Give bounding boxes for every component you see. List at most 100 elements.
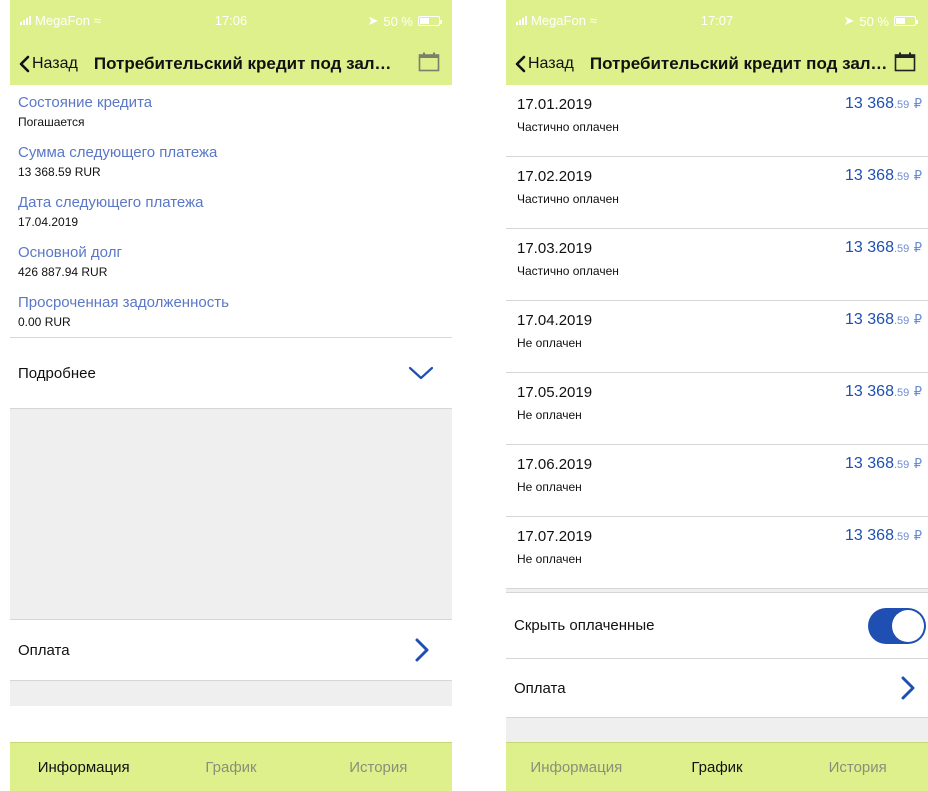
amount-main: 13 368 — [845, 239, 894, 256]
battery-icon — [418, 16, 442, 26]
details-row[interactable]: Подробнее — [10, 337, 452, 409]
amount-main: 13 368 — [845, 95, 894, 112]
payment-label: Оплата — [18, 641, 70, 659]
payment-amount: 13 368.59 ₽ — [845, 167, 922, 185]
left-screen: MegaFon ≈ 17:06 ➤ 50 % Назад Потребитель… — [10, 0, 452, 791]
right-screen: MegaFon ≈ 17:07 ➤ 50 % Назад Потребитель… — [506, 0, 928, 791]
battery-icon — [894, 16, 918, 26]
payment-amount: 13 368.59 ₽ — [845, 527, 922, 545]
tab-bar: Информация График История — [10, 742, 452, 791]
list-item[interactable]: 17.05.2019 Не оплачен 13 368.59 ₽ — [506, 373, 928, 445]
field-value: Погашается — [18, 115, 85, 129]
status-bar: MegaFon ≈ 17:06 ➤ 50 % — [10, 0, 452, 42]
tab-bar: Информация График История — [506, 742, 928, 791]
list-item[interactable]: 17.02.2019 Частично оплачен 13 368.59 ₽ — [506, 157, 928, 229]
hide-paid-toggle[interactable] — [868, 607, 926, 644]
payment-status: Частично оплачен — [517, 264, 619, 278]
back-button[interactable]: Назад — [10, 55, 78, 73]
field-label: Сумма следующего платежа — [18, 144, 218, 161]
field-value: 13 368.59 RUR — [18, 165, 101, 179]
payment-row[interactable]: Оплата — [10, 619, 452, 681]
payment-status: Не оплачен — [517, 408, 582, 422]
list-item[interactable]: 17.06.2019 Не оплачен 13 368.59 ₽ — [506, 445, 928, 517]
hide-paid-row: Скрыть оплаченные — [506, 592, 928, 658]
footer-spacer — [10, 681, 452, 706]
payment-amount: 13 368.59 ₽ — [845, 455, 922, 473]
hide-paid-label: Скрыть оплаченные — [514, 617, 655, 634]
amount-main: 13 368 — [845, 311, 894, 328]
chevron-right-icon — [901, 676, 915, 700]
chevron-right-icon — [415, 638, 429, 662]
chevron-left-icon — [19, 55, 30, 72]
field-overdue-debt: Просроченная задолженность 0.00 RUR — [10, 293, 452, 331]
calendar-icon[interactable] — [894, 52, 916, 72]
credit-info: Состояние кредита Погашается Сумма следу… — [10, 85, 452, 331]
payment-status: Частично оплачен — [517, 120, 619, 134]
ruble-icon: ₽ — [913, 240, 922, 255]
amount-main: 13 368 — [845, 383, 894, 400]
amount-main: 13 368 — [845, 455, 894, 472]
ruble-icon: ₽ — [913, 384, 922, 399]
back-label: Назад — [32, 54, 78, 72]
battery-percent: 50 % — [859, 13, 889, 29]
chevron-left-icon — [515, 55, 526, 72]
page-title: Потребительский кредит под залог... — [93, 53, 394, 73]
tab-schedule[interactable]: График — [157, 759, 304, 776]
nav-bar: Назад Потребительский кредит под залог..… — [506, 42, 928, 85]
details-label: Подробнее — [18, 364, 96, 382]
page-title: Потребительский кредит под залог... — [589, 53, 890, 73]
ruble-icon: ₽ — [913, 168, 922, 183]
tab-info[interactable]: Информация — [10, 759, 157, 776]
field-label: Просроченная задолженность — [18, 294, 229, 311]
field-value: 17.04.2019 — [18, 215, 79, 229]
payment-amount: 13 368.59 ₽ — [845, 239, 922, 257]
tab-schedule[interactable]: График — [647, 759, 788, 776]
payment-amount: 13 368.59 ₽ — [845, 311, 922, 329]
battery-fill — [420, 18, 429, 24]
amount-cents: .59 — [893, 243, 910, 255]
battery-percent: 50 % — [383, 13, 413, 29]
amount-cents: .59 — [893, 531, 910, 543]
list-item[interactable]: 17.03.2019 Частично оплачен 13 368.59 ₽ — [506, 229, 928, 301]
field-label: Основной долг — [18, 244, 122, 261]
field-credit-status: Состояние кредита Погашается — [10, 93, 452, 131]
payment-amount: 13 368.59 ₽ — [845, 383, 922, 401]
amount-cents: .59 — [893, 99, 910, 111]
battery-fill — [896, 18, 905, 24]
payment-status: Частично оплачен — [517, 192, 619, 206]
ruble-icon: ₽ — [913, 456, 922, 471]
back-button[interactable]: Назад — [506, 55, 574, 73]
payment-status: Не оплачен — [517, 480, 582, 494]
chevron-down-icon — [408, 366, 434, 380]
amount-cents: .59 — [893, 387, 910, 399]
nav-bar: Назад Потребительский кредит под залог..… — [10, 42, 452, 85]
tab-history[interactable]: История — [787, 759, 928, 776]
tab-history[interactable]: История — [305, 759, 452, 776]
payment-row[interactable]: Оплата — [506, 658, 928, 718]
list-item[interactable]: 17.01.2019 Частично оплачен 13 368.59 ₽ — [506, 85, 928, 157]
calendar-icon[interactable] — [418, 52, 440, 72]
field-label: Состояние кредита — [18, 94, 153, 111]
toggle-knob — [892, 609, 924, 642]
status-bar: MegaFon ≈ 17:07 ➤ 50 % — [506, 0, 928, 42]
field-value: 426 887.94 RUR — [18, 265, 108, 279]
tab-info[interactable]: Информация — [506, 759, 647, 776]
empty-area — [10, 409, 452, 619]
field-label: Дата следующего платежа — [18, 194, 204, 211]
amount-main: 13 368 — [845, 527, 894, 544]
field-next-payment-amount: Сумма следующего платежа 13 368.59 RUR — [10, 143, 452, 181]
location-icon: ➤ — [843, 13, 855, 28]
payment-amount: 13 368.59 ₽ — [845, 95, 922, 113]
ruble-icon: ₽ — [913, 96, 922, 111]
amount-cents: .59 — [893, 171, 910, 183]
ruble-icon: ₽ — [913, 528, 922, 543]
payment-status: Не оплачен — [517, 336, 582, 350]
payment-label: Оплата — [514, 679, 566, 697]
list-item[interactable]: 17.04.2019 Не оплачен 13 368.59 ₽ — [506, 301, 928, 373]
amount-cents: .59 — [893, 315, 910, 327]
field-principal-debt: Основной долг 426 887.94 RUR — [10, 243, 452, 281]
payment-schedule-list: 17.01.2019 Частично оплачен 13 368.59 ₽ … — [506, 85, 928, 589]
amount-main: 13 368 — [845, 167, 894, 184]
payment-status: Не оплачен — [517, 552, 582, 566]
list-item[interactable]: 17.07.2019 Не оплачен 13 368.59 ₽ — [506, 517, 928, 589]
